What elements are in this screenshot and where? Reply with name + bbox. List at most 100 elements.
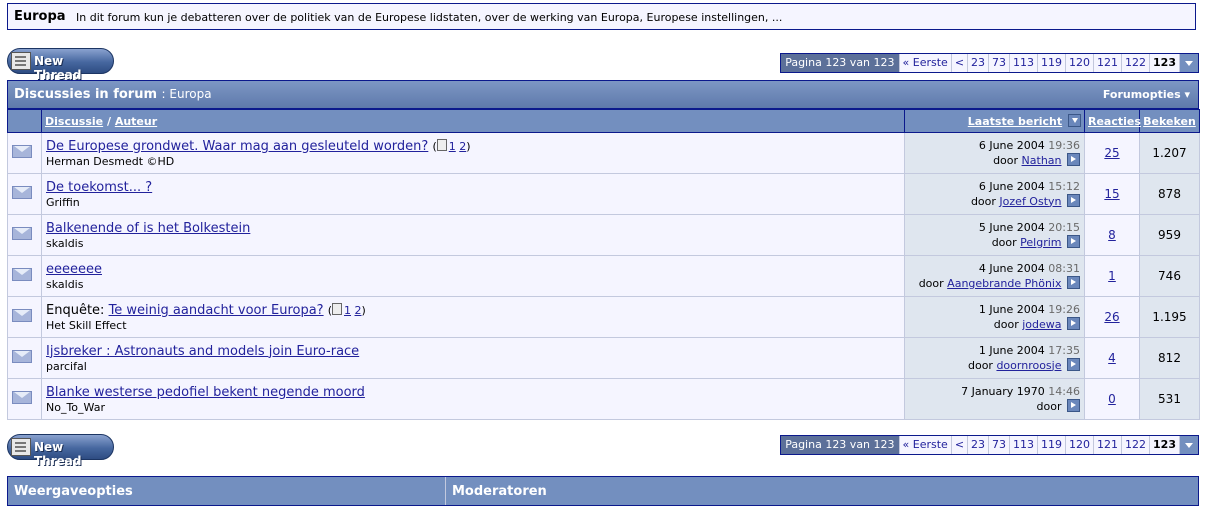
replies-count-link[interactable]: 26 <box>1104 310 1119 324</box>
thread-title-link[interactable]: Balkenende of is het Bolkestein <box>46 221 250 236</box>
views-count: 959 <box>1139 214 1200 256</box>
replies-cell: 15 <box>1084 173 1140 215</box>
first-page-link[interactable]: « Eerste <box>900 54 952 72</box>
page-navigation-top: Pagina 123 van 123 « Eerste < 23 73 113 … <box>780 53 1199 73</box>
thread-title-link[interactable]: Blanke westerse pedofiel bekent negende … <box>46 385 365 400</box>
thread-status-cell <box>7 378 42 420</box>
thread-row: Enquête: Te weinig aandacht voor Europa?… <box>7 296 1200 338</box>
last-post-cell: 6 June 2004 15:12 door Jozef Ostyn <box>904 173 1085 215</box>
last-post-column-header: Laatste bericht <box>904 109 1085 133</box>
chevron-down-icon[interactable] <box>1180 54 1198 72</box>
thread-title-link[interactable]: Ijsbreker : Astronauts and models join E… <box>46 344 359 359</box>
thread-title-link[interactable]: Te weinig aandacht voor Europa? <box>109 303 324 318</box>
new-thread-button[interactable]: New Thread <box>7 48 114 82</box>
last-post-cell: 5 June 2004 20:15 door Pelgrim <box>904 214 1085 256</box>
page-link[interactable]: 73 <box>989 436 1011 454</box>
last-poster-link[interactable]: Nathan <box>1022 154 1062 167</box>
new-thread-icon <box>11 438 31 456</box>
thread-cell: De toekomst... ? Griffin <box>41 173 905 215</box>
page-link[interactable]: 120 <box>1066 54 1095 72</box>
page-link[interactable]: 23 <box>968 54 990 72</box>
chevron-down-icon[interactable] <box>1180 436 1198 454</box>
sort-by-author-link[interactable]: Auteur <box>115 115 157 128</box>
new-thread-label: New Thread <box>34 440 82 468</box>
last-poster-link[interactable]: Pelgrim <box>1020 236 1061 249</box>
page-link[interactable]: 119 <box>1038 436 1067 454</box>
last-poster-link[interactable]: doornroosje <box>996 359 1061 372</box>
thread-title-link[interactable]: De Europese grondwet. Waar mag aan gesle… <box>46 139 428 154</box>
sort-by-thread-link[interactable]: Discussie <box>45 115 103 128</box>
page-link[interactable]: 119 <box>1038 54 1067 72</box>
replies-count-link[interactable]: 25 <box>1104 146 1119 160</box>
forum-options-label: Forumopties <box>1102 88 1181 101</box>
new-thread-icon <box>11 52 31 70</box>
thread-author: skaldis <box>46 277 84 291</box>
go-to-last-post-icon[interactable] <box>1067 398 1080 412</box>
replies-count-link[interactable]: 1 <box>1108 269 1116 283</box>
go-to-last-post-icon[interactable] <box>1067 316 1080 330</box>
replies-count-link[interactable]: 8 <box>1108 228 1116 242</box>
replies-cell: 8 <box>1084 214 1140 256</box>
by-label: door <box>970 194 996 208</box>
last-post-time: 14:46 <box>1048 384 1080 398</box>
thread-page-link[interactable]: 2 <box>355 304 362 317</box>
last-post-cell: 1 June 2004 17:35 door doornroosje <box>904 337 1085 379</box>
page-link[interactable]: 120 <box>1066 436 1095 454</box>
thread-page-link[interactable]: 2 <box>459 140 466 153</box>
thread-row: eeeeeee skaldis 4 June 2004 08:31 door Aang… <box>7 255 1200 297</box>
current-page: 123 <box>1150 54 1180 72</box>
sort-by-last-post-link[interactable]: Laatste bericht <box>968 115 1062 128</box>
multipage-icon <box>436 138 447 151</box>
sort-by-views-link[interactable]: Bekeken <box>1143 115 1196 128</box>
prev-page-link[interactable]: < <box>952 54 969 72</box>
thread-cell: Balkenende of is het Bolkestein skaldis <box>41 214 905 256</box>
replies-count-link[interactable]: 15 <box>1104 187 1119 201</box>
page-link[interactable]: 121 <box>1094 54 1123 72</box>
moderators-heading: Moderatoren <box>452 484 547 499</box>
forum-options-menu[interactable]: Forumopties ▾ <box>1103 88 1190 101</box>
first-page-link[interactable]: « Eerste <box>900 436 952 454</box>
last-post-date: 7 January 1970 <box>961 384 1045 398</box>
go-to-last-post-icon[interactable] <box>1067 275 1080 289</box>
last-poster-link[interactable]: Jozef Ostyn <box>999 195 1061 208</box>
thread-page-link[interactable]: 1 <box>344 304 351 317</box>
thread-title-link[interactable]: De toekomst... ? <box>46 180 152 195</box>
last-poster-link[interactable]: Aangebrande Phönix <box>947 277 1061 290</box>
thread-status-cell <box>7 173 42 215</box>
last-post-time: 15:12 <box>1048 179 1080 193</box>
page-link[interactable]: 73 <box>989 54 1011 72</box>
thread-status-cell <box>7 255 42 297</box>
replies-count-link[interactable]: 4 <box>1108 351 1116 365</box>
thread-page-link[interactable]: 1 <box>449 140 456 153</box>
envelope-icon <box>12 309 32 322</box>
go-to-last-post-icon[interactable] <box>1067 234 1080 248</box>
replies-cell: 4 <box>1084 337 1140 379</box>
new-thread-label: New Thread <box>34 54 82 82</box>
envelope-icon <box>12 350 32 363</box>
last-post-cell: 6 June 2004 19:36 door Nathan <box>904 132 1085 174</box>
thread-title-link[interactable]: eeeeeee <box>46 262 102 277</box>
go-to-last-post-icon[interactable] <box>1067 357 1080 371</box>
page-link[interactable]: 23 <box>968 436 990 454</box>
page-link[interactable]: 113 <box>1010 54 1039 72</box>
go-to-last-post-icon[interactable] <box>1067 152 1080 166</box>
views-count: 746 <box>1139 255 1200 297</box>
envelope-icon <box>12 227 32 240</box>
replies-count-link[interactable]: 0 <box>1108 392 1116 406</box>
last-poster-link[interactable]: jodewa <box>1022 318 1061 331</box>
thread-cell: eeeeeee skaldis <box>41 255 905 297</box>
page-link[interactable]: 121 <box>1094 436 1123 454</box>
current-page: 123 <box>1150 436 1180 454</box>
page-link[interactable]: 113 <box>1010 436 1039 454</box>
sort-by-replies-link[interactable]: Reacties <box>1088 115 1141 128</box>
prev-page-link[interactable]: < <box>952 436 969 454</box>
by-label: door <box>993 317 1019 331</box>
multipage-icon <box>332 302 343 315</box>
page-link[interactable]: 122 <box>1122 54 1151 72</box>
new-thread-button-bottom[interactable]: New Thread <box>7 434 114 468</box>
sort-desc-icon[interactable] <box>1068 114 1081 127</box>
page-count-label: Pagina 123 van 123 <box>781 436 900 454</box>
page-link[interactable]: 122 <box>1122 436 1151 454</box>
go-to-last-post-icon[interactable] <box>1067 193 1080 207</box>
replies-column-header: Reacties <box>1084 109 1141 133</box>
